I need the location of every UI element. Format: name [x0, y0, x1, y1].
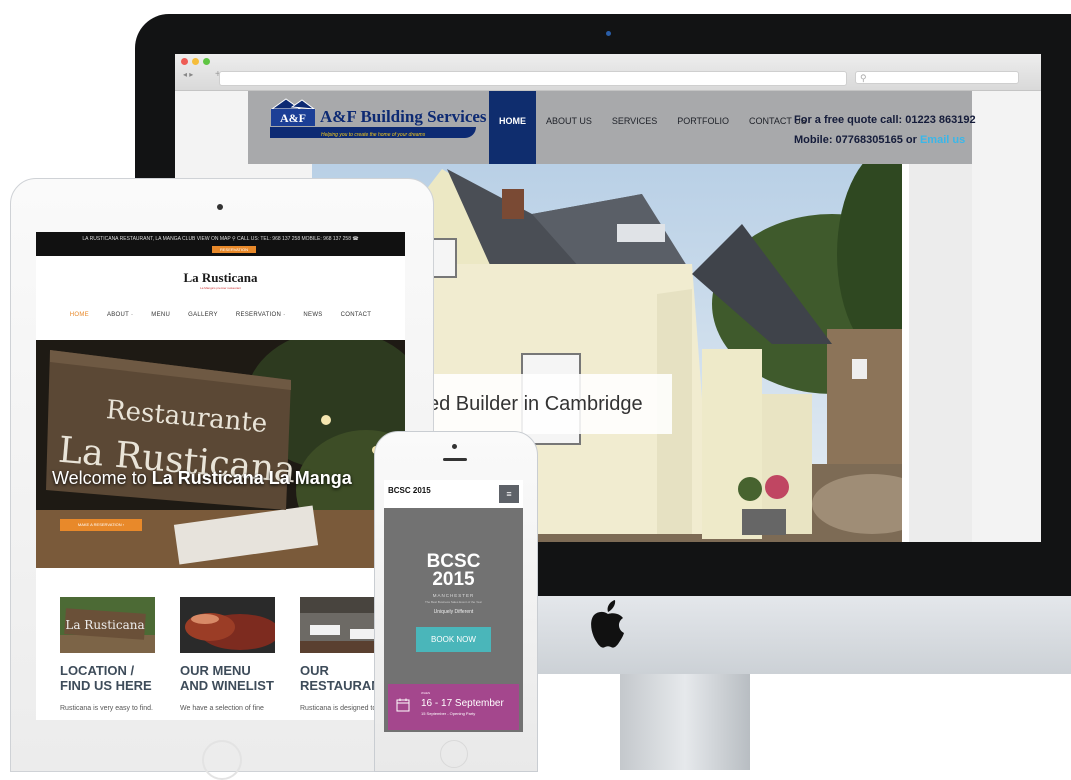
bcsc-logo[interactable]: BCSC 2015	[388, 486, 431, 495]
nav-portfolio[interactable]: PORTFOLIO	[667, 91, 739, 164]
iphone-camera	[452, 444, 457, 449]
reservation-button[interactable]: RESERVATION	[212, 246, 256, 253]
card-desc: We have a selection of fine	[180, 705, 264, 712]
email-us-link[interactable]: Email us	[920, 134, 965, 146]
card-location[interactable]: La Rusticana LOCATION / FIND US HERE Rust…	[60, 597, 155, 712]
browser-search-field[interactable]: ⚲	[855, 71, 1019, 84]
url-field[interactable]	[219, 71, 847, 86]
iphone-screen: BCSC 2015 ≡ BCSC 2015 MANCHESTER The Bes…	[384, 480, 523, 732]
lr-logo-subtitle: La Manga's premier restaurant	[200, 286, 241, 290]
lr-nav-news[interactable]: NEWS	[294, 312, 331, 318]
svg-text:A&F: A&F	[280, 111, 306, 125]
house-logo-icon: A&F	[270, 98, 316, 126]
ipad-home-button[interactable]	[202, 740, 242, 780]
iphone-speaker	[443, 458, 467, 461]
calendar-icon	[396, 698, 410, 712]
nav-services[interactable]: SERVICES	[602, 91, 667, 164]
bcsc-city: MANCHESTER	[432, 593, 475, 598]
lr-nav-contact[interactable]: CONTACT	[332, 312, 381, 318]
nav-home[interactable]: HOME	[489, 91, 536, 164]
card-title-2: AND WINELIST	[180, 678, 274, 693]
imac-camera	[606, 31, 611, 36]
lr-nav-gallery[interactable]: GALLERY	[179, 312, 227, 318]
quote-mobile: Mobile: 07768305165 or	[794, 134, 917, 146]
card-menu[interactable]: OUR MENU AND WINELIST We have a selection…	[180, 597, 275, 712]
bcsc-header: BCSC 2015 ≡	[384, 480, 523, 508]
iphone-home-button[interactable]	[440, 740, 468, 768]
card-title-1: LOCATION /	[60, 663, 135, 678]
card-title-1: OUR MENU	[180, 663, 251, 678]
af-logo-name[interactable]: A&F Building Services Ltd	[320, 107, 517, 127]
imac-stand	[620, 674, 750, 770]
lr-welcome-heading: Welcome to La Rusticana La Manga	[52, 468, 352, 489]
make-reservation-button[interactable]: MAKE A RESERVATION ›	[60, 519, 142, 531]
ipad-camera	[217, 204, 223, 210]
af-main-nav: HOME ABOUT US SERVICES PORTFOLIO CONTACT…	[489, 91, 817, 164]
lr-nav-about[interactable]: ABOUT ·	[98, 312, 142, 318]
back-forward-icon[interactable]: ◂ ▸	[183, 70, 193, 79]
browser-toolbar: ◂ ▸ + ⚲	[175, 54, 1041, 91]
maximize-window-icon[interactable]	[203, 58, 210, 65]
apple-logo-icon	[591, 600, 624, 648]
hero-sidebar	[909, 164, 972, 542]
menu-thumbnail	[180, 597, 275, 653]
search-icon: ⚲	[860, 73, 867, 83]
ipad-screen: LA RUSTICANA RESTAURANT, LA MANGA CLUB V…	[36, 232, 405, 720]
welcome-name: La Rusticana La Manga	[151, 468, 352, 488]
lr-hero-image: Restaurante La Rusticana	[36, 340, 405, 568]
quote-info: For a free quote call: 01223 863192 Mobi…	[794, 110, 976, 150]
book-now-button[interactable]: BOOK NOW	[416, 627, 491, 652]
lr-logo[interactable]: La Rusticana	[36, 270, 405, 286]
lr-nav-menu[interactable]: MENU	[142, 312, 179, 318]
event-party: 15 September - Opening Party	[421, 711, 476, 716]
quote-phone: For a free quote call: 01223 863192	[794, 114, 976, 126]
hero-caption: ed Builder in Cambridge	[428, 374, 672, 434]
hamburger-menu-icon[interactable]: ≡	[499, 485, 519, 503]
lr-main-nav: HOME ABOUT · MENU GALLERY RESERVATION · …	[36, 312, 405, 318]
nav-about-us[interactable]: ABOUT US	[536, 91, 602, 164]
card-sign-text: La Rusticana	[65, 618, 144, 632]
bcsc-tagline: Uniquely Different	[433, 609, 474, 615]
bcsc-title-line2: 2015	[432, 569, 475, 590]
event-when-label: WHEN	[421, 691, 431, 695]
af-header: A&F A&F Building Services Ltd Helping yo…	[248, 91, 976, 164]
lr-nav-reservation[interactable]: RESERVATION ·	[227, 312, 295, 318]
minimize-window-icon[interactable]	[192, 58, 199, 65]
close-window-icon[interactable]	[181, 58, 188, 65]
location-thumbnail: La Rusticana	[60, 597, 155, 653]
card-desc: Rusticana is very easy to find.	[60, 705, 153, 712]
event-dates: 16 - 17 September	[421, 698, 504, 709]
restaurant-sign-photo: Restaurante La Rusticana	[36, 340, 405, 568]
welcome-prefix: Welcome to	[52, 468, 147, 488]
bcsc-title: BCSC 2015	[384, 552, 523, 590]
event-box[interactable]: WHEN 16 - 17 September 15 September - Op…	[388, 684, 519, 730]
card-title-2: FIND US HERE	[60, 678, 152, 693]
af-logo-tagline: Helping you to create the home of your d…	[321, 132, 426, 138]
lr-nav-home[interactable]: HOME	[61, 312, 98, 318]
bcsc-award: The Best Business Sales Event of the Yea…	[424, 600, 483, 604]
